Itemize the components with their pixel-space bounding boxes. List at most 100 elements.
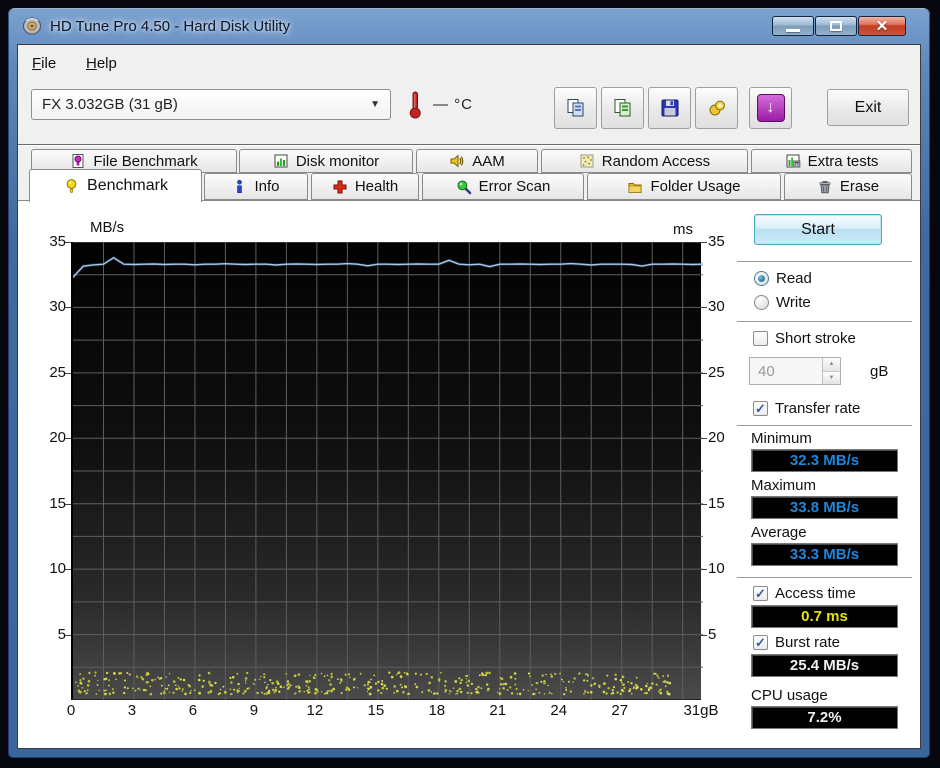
maximize-button[interactable] xyxy=(815,16,857,36)
access-time-row: ✓ Access time xyxy=(753,585,856,602)
write-radio[interactable] xyxy=(754,295,769,310)
burst-rate-label: Burst rate xyxy=(775,634,841,651)
menu-bar: File Help xyxy=(18,45,920,81)
tab-erase[interactable]: Erase xyxy=(784,173,912,200)
y-tick-label-right: 25 xyxy=(708,363,725,381)
transfer-rate-label: Transfer rate xyxy=(775,400,861,417)
y-tick-label-left: 15 xyxy=(49,494,66,512)
tab-disk-monitor[interactable]: Disk monitor xyxy=(239,149,413,173)
options-button[interactable] xyxy=(695,87,738,129)
y-tick-label-left: 10 xyxy=(49,560,66,578)
cpu-usage-value: 7.2% xyxy=(751,706,898,729)
file-benchmark-icon xyxy=(72,154,84,168)
short-stroke-spinner[interactable]: 40 ▲ ▼ xyxy=(749,357,841,385)
export-button[interactable]: ↓ xyxy=(749,87,792,129)
trash-icon xyxy=(819,180,831,193)
drive-select[interactable]: FX 3.032GB (31 gB) ▼ xyxy=(31,89,391,120)
copy-text-icon xyxy=(614,99,630,117)
read-radio-label: Read xyxy=(776,270,812,287)
save-button[interactable] xyxy=(648,87,691,129)
tab-info[interactable]: Info xyxy=(204,173,308,200)
minimize-icon xyxy=(786,28,800,32)
y-tick-label-left: 35 xyxy=(49,233,66,250)
copy-screenshot-button[interactable] xyxy=(554,87,597,129)
y-tick-mark xyxy=(65,569,71,571)
short-stroke-value: 40 xyxy=(758,362,775,380)
y-tick-mark xyxy=(65,634,71,636)
info-icon xyxy=(237,179,243,194)
y-tick-mark xyxy=(65,242,71,243)
menu-help[interactable]: Help xyxy=(80,52,123,75)
panel-divider xyxy=(737,425,912,426)
x-tick-label: 21 xyxy=(489,702,507,719)
maximum-label: Maximum xyxy=(751,477,817,494)
y-tick-mark xyxy=(701,503,707,505)
start-button[interactable]: Start xyxy=(754,214,882,245)
x-tick-label: 18 xyxy=(428,702,446,719)
y-tick-label-left: 25 xyxy=(49,363,66,381)
spinner-up-icon[interactable]: ▲ xyxy=(823,358,840,372)
app-window: HD Tune Pro 4.50 - Hard Disk Utility ✕ F… xyxy=(8,8,930,758)
temperature-value: — °C xyxy=(433,96,473,113)
tab-benchmark[interactable]: Benchmark xyxy=(29,169,202,202)
access-time-label: Access time xyxy=(775,585,856,602)
access-time-checkbox[interactable]: ✓ xyxy=(753,586,768,601)
panel-divider xyxy=(737,577,912,578)
panel-divider xyxy=(737,321,912,322)
y-tick-mark xyxy=(701,372,707,374)
benchmark-chart xyxy=(71,241,704,700)
spinner-down-icon[interactable]: ▼ xyxy=(823,371,840,384)
y-tick-mark xyxy=(701,438,707,440)
x-tick-label: 9 xyxy=(249,702,259,719)
y-tick-mark xyxy=(701,634,707,636)
tab-error-scan[interactable]: Error Scan xyxy=(422,173,584,200)
write-radio-label: Write xyxy=(776,294,811,311)
y-tick-label-right: 15 xyxy=(708,494,725,512)
client-area: File Help FX 3.032GB (31 gB) ▼ — °C ↓ Ex… xyxy=(17,44,921,749)
tab-aam[interactable]: AAM xyxy=(416,149,538,173)
y-tick-label-right: 30 xyxy=(708,298,725,316)
x-tick-label: 12 xyxy=(306,702,324,719)
y-tick-mark xyxy=(65,372,71,374)
y-tick-mark xyxy=(65,438,71,440)
x-tick-label: 0 xyxy=(66,702,76,719)
x-tick-label: 3 xyxy=(127,702,137,719)
tab-random-access[interactable]: Random Access xyxy=(541,149,748,173)
burst-rate-row: ✓ Burst rate xyxy=(753,634,840,651)
transfer-rate-checkbox[interactable]: ✓ xyxy=(753,401,768,416)
burst-rate-checkbox[interactable]: ✓ xyxy=(753,635,768,650)
x-tick-label: 24 xyxy=(550,702,568,719)
thermometer-icon xyxy=(409,91,421,119)
average-value: 33.3 MB/s xyxy=(751,543,898,566)
minimize-button[interactable] xyxy=(772,16,814,36)
x-end-label: 31gB xyxy=(683,702,719,719)
y-tick-mark xyxy=(701,307,707,309)
y-tick-label-left: 30 xyxy=(49,298,66,316)
read-radio[interactable] xyxy=(754,271,769,286)
tab-extra-tests[interactable]: Extra tests xyxy=(751,149,912,173)
read-radio-row: Read xyxy=(754,270,812,287)
drive-select-value: FX 3.032GB (31 gB) xyxy=(42,96,178,113)
panel-divider xyxy=(737,261,912,262)
close-button[interactable]: ✕ xyxy=(858,16,906,36)
y-tick-mark xyxy=(65,307,71,309)
options-icon xyxy=(709,100,725,116)
short-stroke-unit: gB xyxy=(870,363,889,380)
tab-health[interactable]: Health xyxy=(311,173,419,200)
tab-folder-usage[interactable]: Folder Usage xyxy=(587,173,781,200)
exit-button[interactable]: Exit xyxy=(827,89,909,126)
menu-file[interactable]: File xyxy=(26,52,62,75)
save-icon xyxy=(661,99,678,117)
copy-text-button[interactable] xyxy=(601,87,644,129)
speaker-icon xyxy=(450,154,464,168)
y-tick-mark xyxy=(701,242,707,243)
window-title: HD Tune Pro 4.50 - Hard Disk Utility xyxy=(50,17,291,35)
benchmark-bulb-icon xyxy=(66,178,77,193)
y-tick-mark xyxy=(65,503,71,505)
short-stroke-checkbox[interactable] xyxy=(753,331,768,346)
write-radio-row: Write xyxy=(754,294,811,311)
y-tick-label-right: 5 xyxy=(708,625,717,643)
y-tick-label-left: 20 xyxy=(49,429,66,447)
toolbar-divider xyxy=(18,144,920,146)
close-icon: ✕ xyxy=(875,17,889,35)
